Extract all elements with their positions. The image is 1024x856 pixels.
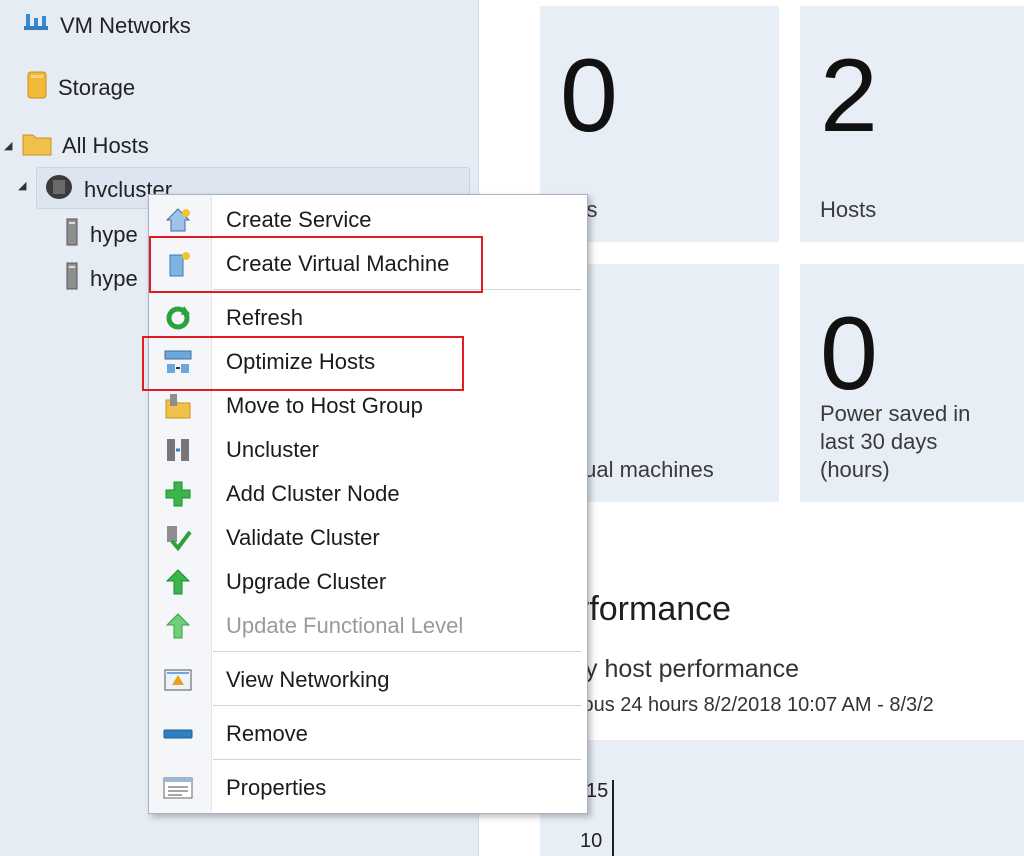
add-node-icon [163,479,193,509]
context-menu: Create Service Create Virtual Machine Re… [148,194,588,814]
menu-item-label: Validate Cluster [226,525,380,550]
menu-item-label: Move to Host Group [226,393,423,418]
menu-item-label: Optimize Hosts [226,349,376,374]
menu-item-remove[interactable]: Remove [149,714,587,754]
menu-item-refresh[interactable]: Refresh [149,298,587,338]
menu-item-label: Properties [226,775,327,800]
menu-separator [213,759,581,760]
tree-item-host-1[interactable]: hype [64,218,138,252]
cluster-icon [44,173,74,207]
performance-title: rformance [578,590,732,628]
move-host-group-icon [163,391,193,421]
menu-separator [213,289,581,290]
chart-y-tick: 15 [586,780,609,802]
tree-item-label: Storage [58,75,136,100]
properties-icon [163,773,193,803]
tree-item-host-2[interactable]: hype [64,262,138,296]
menu-item-move-to-host-group[interactable]: Move to Host Group [149,386,587,426]
menu-item-label: Uncluster [226,437,319,462]
optimize-hosts-icon [163,347,193,377]
menu-separator [213,705,581,706]
menu-item-label: Add Cluster Node [226,481,400,506]
create-vm-icon [163,249,193,279]
menu-item-properties[interactable]: Properties [149,768,587,808]
create-service-icon [163,205,193,235]
validate-cluster-icon [163,523,193,553]
server-icon [64,262,80,296]
menu-separator [213,651,581,652]
tile-value: 2 [820,38,878,154]
menu-item-optimize-hosts[interactable]: Optimize Hosts [149,342,587,382]
tile-caption: Hosts [820,197,877,222]
menu-item-label: Update Functional Level [226,613,464,638]
storage-icon [26,70,48,106]
menu-item-add-cluster-node[interactable]: Add Cluster Node [149,474,587,514]
server-icon [64,218,80,252]
tree-item-all-hosts[interactable]: All Hosts [22,130,149,162]
tree-item-vm-networks[interactable]: VM Networks [22,10,191,42]
collapse-arrow-icon[interactable]: ◢ [4,139,12,152]
menu-item-view-networking[interactable]: View Networking [149,660,587,700]
menu-item-create-virtual-machine[interactable]: Create Virtual Machine [149,244,587,284]
upgrade-cluster-icon [163,567,193,597]
tree-item-storage[interactable]: Storage [26,70,135,106]
tree-item-label: hype [90,266,138,291]
menu-item-update-functional-level: Update Functional Level [149,606,587,646]
tree-item-label: VM Networks [60,13,191,38]
tile-caption-line: (hours) [820,457,890,482]
menu-item-label: Create Virtual Machine [226,251,450,276]
tile-value: 0 [560,38,618,154]
tile-caption: tual machines [578,457,714,482]
tree-item-label: hype [90,222,138,247]
menu-item-label: Refresh [226,305,304,330]
performance-subtitle: y host performance [585,655,799,683]
performance-range: ious 24 hours 8/2/2018 10:07 AM - 8/3/2 [578,694,934,716]
vm-networks-icon [22,10,50,42]
uncluster-icon [163,435,193,465]
menu-item-label: Create Service [226,207,372,232]
menu-item-label: Remove [226,721,308,746]
update-level-icon [163,611,193,641]
menu-item-uncluster[interactable]: Uncluster [149,430,587,470]
chart-y-tick: 10 [580,830,603,852]
menu-item-validate-cluster[interactable]: Validate Cluster [149,518,587,558]
chart-y-axis [612,780,614,856]
collapse-arrow-icon[interactable]: ◢ [18,179,26,192]
remove-icon [163,719,193,749]
tile-power-saved[interactable]: 0 Power saved in last 30 days (hours) [800,264,1024,502]
menu-item-create-service[interactable]: Create Service [149,200,587,240]
menu-item-upgrade-cluster[interactable]: Upgrade Cluster [149,562,587,602]
tile-hosts[interactable]: 2 Hosts [800,6,1024,242]
tile-caption-line: Power saved in [820,401,971,426]
menu-item-label: View Networking [226,667,390,692]
tile-caption-line: last 30 days [820,429,938,454]
tile-value: 0 [820,296,878,412]
view-networking-icon [163,665,193,695]
tree-item-label: All Hosts [62,133,149,158]
folder-icon [22,130,52,162]
refresh-icon [163,303,193,333]
menu-item-label: Upgrade Cluster [226,569,387,594]
